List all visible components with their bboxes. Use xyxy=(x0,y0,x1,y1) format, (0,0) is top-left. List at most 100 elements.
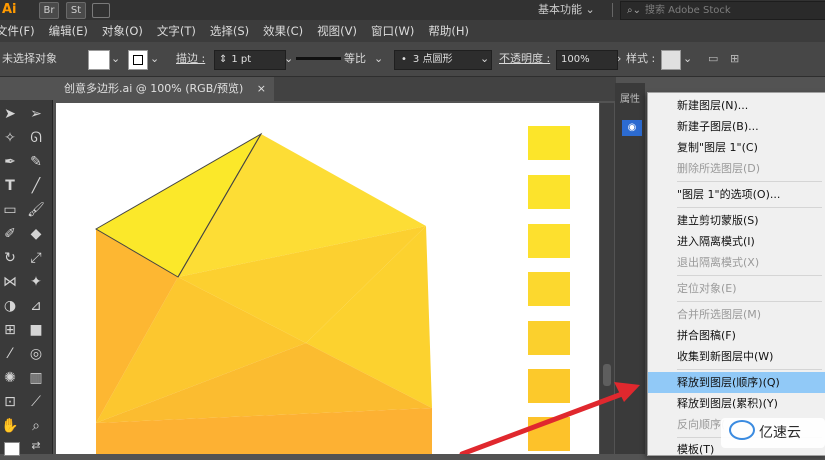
shaper-tool-icon[interactable]: ✐ xyxy=(0,224,20,244)
eraser-tool-icon[interactable]: ◆ xyxy=(26,224,46,244)
graphic-style-swatch[interactable] xyxy=(661,50,681,70)
artboard-tool-icon[interactable]: ⊡ xyxy=(0,392,20,412)
menu-bar: 文件(F) 编辑(E) 对象(O) 文字(T) 选择(S) 效果(C) 视图(V… xyxy=(0,20,825,42)
menu-file[interactable]: 文件(F) xyxy=(0,23,35,39)
chevron-down-icon[interactable]: ⌄ xyxy=(111,42,120,76)
menu-window[interactable]: 窗口(W) xyxy=(371,23,414,39)
direct-selection-tool-icon[interactable]: ➢ xyxy=(26,104,46,124)
menu-item-release-to-layers-build[interactable]: 释放到图层(累积)(Y) xyxy=(648,393,825,414)
artboard-canvas[interactable] xyxy=(56,103,599,454)
slice-tool-icon[interactable]: ⟋ xyxy=(26,392,46,412)
search-icon: ⌕⌄ xyxy=(627,5,641,16)
selection-status: 未选择对象 xyxy=(2,52,57,65)
selection-tool-icon[interactable]: ➤ xyxy=(0,104,20,124)
puppet-warp-tool-icon[interactable]: ✦ xyxy=(26,272,46,292)
menu-item-enter-isolation-mode[interactable]: 进入隔离模式(I) xyxy=(648,231,825,252)
zoom-tool-icon[interactable]: ⌕ xyxy=(26,416,46,436)
opacity-label[interactable]: 不透明度 : xyxy=(499,42,550,76)
eyedropper-tool-icon[interactable]: ⁄ xyxy=(0,344,20,364)
menu-help[interactable]: 帮助(H) xyxy=(428,23,469,39)
workspace-switcher[interactable]: 基本功能 ⌄ xyxy=(538,0,595,20)
rectangle-tool-icon[interactable]: ▭ xyxy=(0,200,20,220)
menu-item-layer-options[interactable]: "图层 1"的选项(O)... xyxy=(648,184,825,205)
rotate-tool-icon[interactable]: ↻ xyxy=(0,248,20,268)
fill-color-swatch[interactable] xyxy=(88,50,110,70)
menu-item-collect-in-new-layer[interactable]: 收集到新图层中(W) xyxy=(648,346,825,367)
divider xyxy=(612,3,613,17)
stroke-weight-input[interactable]: ⇕ 1 pt xyxy=(214,50,286,70)
menu-object[interactable]: 对象(O) xyxy=(102,23,143,39)
bridge-button[interactable]: Br xyxy=(39,2,59,19)
brush-definition-select[interactable]: • 3 点圆形 xyxy=(394,50,492,70)
color-square xyxy=(528,417,570,451)
preferences-icon[interactable]: ⊞ xyxy=(730,42,739,76)
menu-item-new-sublayer[interactable]: 新建子图层(B)... xyxy=(648,116,825,137)
gradient-tool-icon[interactable]: ■ xyxy=(26,320,46,340)
menu-item-locate-object: 定位对象(E) xyxy=(677,282,737,295)
line-tool-icon[interactable]: ╱ xyxy=(26,176,46,196)
stroke-label[interactable]: 描边 : xyxy=(176,42,205,76)
close-icon[interactable]: × xyxy=(257,77,266,101)
chevron-down-icon[interactable]: ⌄ xyxy=(150,42,159,76)
eye-icon[interactable]: ◉ xyxy=(622,120,642,136)
type-tool-icon[interactable]: T xyxy=(0,176,20,196)
color-square xyxy=(528,224,570,258)
illustrator-logo: Ai xyxy=(2,2,17,17)
menu-type[interactable]: 文字(T) xyxy=(157,23,196,39)
blend-tool-icon[interactable]: ◎ xyxy=(26,344,46,364)
arrange-documents-icon[interactable] xyxy=(92,3,110,18)
menu-item-duplicate-layer[interactable]: 复制"图层 1"(C) xyxy=(648,137,825,158)
menu-separator xyxy=(677,301,822,302)
workspace-label: 基本功能 xyxy=(538,3,582,16)
watermark-text: 亿速云 xyxy=(759,425,801,441)
symbol-sprayer-tool-icon[interactable]: ✺ xyxy=(0,368,20,388)
stock-search-input[interactable]: ⌕⌄ 搜索 Adobe Stock xyxy=(620,1,825,20)
panel-header[interactable]: 属性 xyxy=(620,90,640,105)
width-tool-icon[interactable]: ⋈ xyxy=(0,272,20,292)
stroke-color-swatch[interactable] xyxy=(128,50,148,70)
magic-wand-tool-icon[interactable]: ✧ xyxy=(0,128,20,148)
curvature-tool-icon[interactable]: ✎ xyxy=(26,152,46,172)
menu-select[interactable]: 选择(S) xyxy=(210,23,249,39)
stock-button[interactable]: St xyxy=(66,2,86,19)
menu-separator xyxy=(677,275,822,276)
vertical-scrollbar[interactable] xyxy=(600,103,614,454)
menu-item-make-clipping-mask[interactable]: 建立剪切蒙版(S) xyxy=(648,210,825,231)
mesh-tool-icon[interactable]: ⊞ xyxy=(0,320,20,340)
menu-item-merge-selected: 合并所选图层(M) xyxy=(677,308,762,321)
opacity-input[interactable]: 100% xyxy=(556,50,618,70)
menu-view[interactable]: 视图(V) xyxy=(317,23,357,39)
document-tab[interactable]: 创意多边形.ai @ 100% (RGB/预览) × xyxy=(56,77,274,101)
chevron-down-icon[interactable]: ⌄ xyxy=(374,42,383,76)
column-graph-tool-icon[interactable]: ▥ xyxy=(26,368,46,388)
chevron-down-icon[interactable]: ⌄ xyxy=(480,42,489,76)
perspective-grid-tool-icon[interactable]: ⊿ xyxy=(26,296,46,316)
tools-panel: ➤ ➢ ✧ ᘏ ✒ ✎ T ╱ ▭ 🖌 ✐ ◆ ↻ ⤢ ⋈ ✦ ◑ ⊿ ⊞ ■ … xyxy=(0,100,53,456)
stepper-icon[interactable]: ⇕ xyxy=(215,54,231,65)
chevron-down-icon[interactable]: ⌄ xyxy=(284,42,293,76)
menu-item-flatten-artwork[interactable]: 拼合图稿(F) xyxy=(648,325,825,346)
menu-item-exit-isolation-mode: 退出隔离模式(X) xyxy=(677,256,760,269)
color-square xyxy=(528,126,570,160)
lasso-tool-icon[interactable]: ᘏ xyxy=(26,128,46,148)
menu-item-new-layer[interactable]: 新建图层(N)... xyxy=(648,95,825,116)
menu-item-release-to-layers-sequence[interactable]: 释放到图层(顺序)(Q) xyxy=(648,372,825,393)
chevron-down-icon[interactable]: ⌄ xyxy=(683,42,692,76)
app-title-bar: Ai Br St 基本功能 ⌄ ⌕⌄ 搜索 Adobe Stock xyxy=(0,0,825,20)
menu-edit[interactable]: 编辑(E) xyxy=(49,23,88,39)
hand-tool-icon[interactable]: ✋ xyxy=(0,416,20,436)
paintbrush-tool-icon[interactable]: 🖌 xyxy=(26,200,46,220)
shape-builder-tool-icon[interactable]: ◑ xyxy=(0,296,20,316)
document-setup-icon[interactable]: ▭ xyxy=(708,42,718,76)
color-square xyxy=(528,369,570,403)
chevron-right-icon[interactable]: › xyxy=(617,42,621,76)
swap-fill-stroke-icon[interactable]: ⇄ xyxy=(26,436,46,456)
pen-tool-icon[interactable]: ✒ xyxy=(0,152,20,172)
stroke-profile-label[interactable]: 等比 xyxy=(344,42,366,76)
scale-tool-icon[interactable]: ⤢ xyxy=(26,248,46,268)
scrollbar-thumb[interactable] xyxy=(603,364,611,386)
menu-effect[interactable]: 效果(C) xyxy=(263,23,303,39)
stroke-profile-line xyxy=(296,57,341,60)
document-tab-title: 创意多边形.ai @ 100% (RGB/预览) xyxy=(64,82,244,95)
control-bar: 未选择对象 ⌄ ⌄ 描边 : ⇕ 1 pt ⌄ 等比 ⌄ • 3 点圆形 ⌄ 不透明… xyxy=(0,42,825,77)
